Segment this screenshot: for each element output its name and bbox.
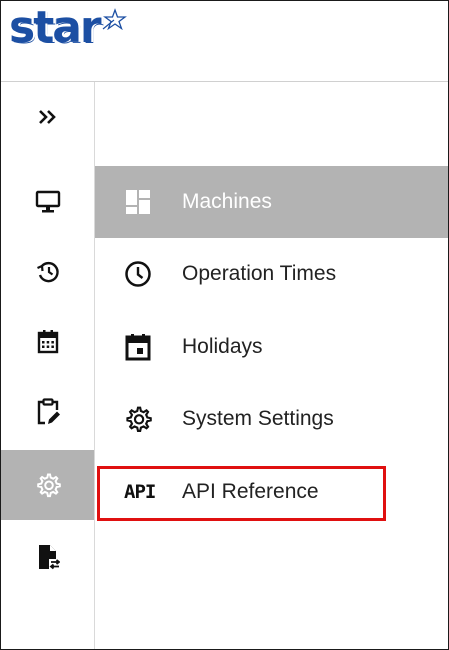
rail-item-clipboard[interactable] — [1, 377, 94, 447]
monitor-icon — [35, 190, 60, 213]
gear-icon — [124, 404, 168, 434]
expand-menu-button[interactable] — [1, 82, 94, 152]
star-logo[interactable]: star — [9, 6, 128, 50]
rail-item-file-transfer[interactable] — [1, 522, 94, 592]
menu-item-label: Holidays — [182, 335, 263, 358]
top-bar: star — [1, 1, 448, 82]
icon-rail — [1, 82, 95, 649]
rail-item-monitor[interactable] — [1, 167, 94, 237]
double-chevron-right-icon — [38, 110, 56, 124]
menu-item-machines[interactable]: Machines — [95, 166, 448, 238]
history-icon — [36, 261, 59, 283]
file-transfer-icon — [38, 545, 60, 570]
calendar-event-icon — [124, 332, 168, 362]
menu-item-operation-times[interactable]: Operation Times — [95, 238, 448, 310]
gear-icon — [36, 473, 61, 498]
menu-item-label: System Settings — [182, 407, 334, 430]
dashboard-icon — [124, 187, 168, 217]
logo-wordmark: star — [9, 2, 102, 53]
menu-item-label: Operation Times — [182, 262, 337, 285]
logo-star-icon — [102, 8, 127, 30]
api-icon-text: API — [124, 481, 156, 503]
rail-item-calendar[interactable] — [1, 307, 94, 377]
clipboard-edit-icon — [37, 398, 60, 425]
menu-item-holidays[interactable]: Holidays — [95, 311, 448, 383]
menu-item-label: Machines — [182, 190, 272, 213]
rail-item-history[interactable] — [1, 237, 94, 307]
navigation-menu: Machines Operation Times Holidays System… — [95, 82, 448, 649]
clock-icon — [124, 259, 168, 289]
menu-item-system-settings[interactable]: System Settings — [95, 383, 448, 455]
calendar-icon — [37, 330, 58, 354]
menu-item-label: API Reference — [182, 480, 319, 503]
rail-item-settings[interactable] — [1, 450, 94, 520]
api-icon: API — [124, 477, 168, 507]
menu-item-api-reference[interactable]: API API Reference — [95, 456, 448, 528]
app-window: star Machines Operation Times Holidays S… — [0, 0, 449, 650]
